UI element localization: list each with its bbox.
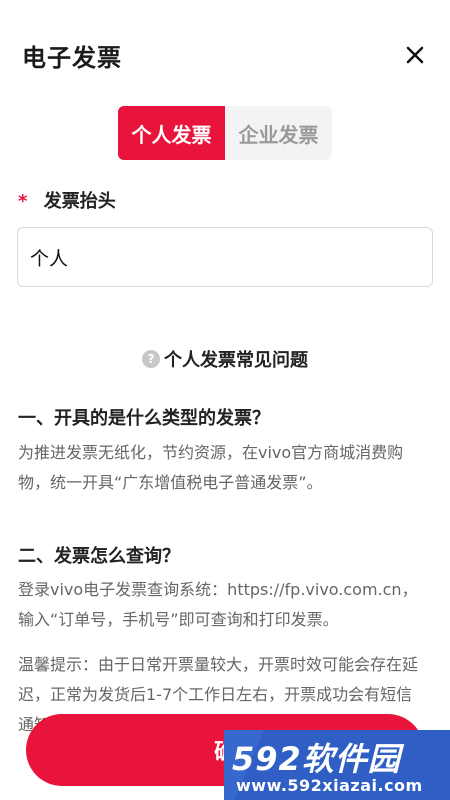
faq-title-text: 个人发票常见问题 [164,350,308,371]
page-title: 电子发票 [22,44,122,72]
tab-personal-label: 个人发票 [131,122,212,147]
invoice-type-tabs: 个人发票 企业发票 [118,106,332,160]
required-mark: * [18,191,28,212]
faq-question-1: 一、开具的是什么类型的发票？ [18,408,270,429]
invoice-title-value: 个人 [30,247,69,270]
header-bar: 电子发票 [0,28,450,84]
watermark-main-text: 592软件园 [232,740,401,778]
invoice-screen: 电子发票 个人发票 企业发票 * 发票抬头 个人 ? 个人发票常见问题 一、开具… [0,0,450,800]
tab-personal-invoice[interactable]: 个人发票 [118,106,225,160]
close-button[interactable] [400,40,430,70]
invoice-title-label-row: * 发票抬头 [18,187,116,213]
tab-company-invoice[interactable]: 企业发票 [225,106,332,160]
tab-company-label: 企业发票 [238,122,319,147]
faq-question-2: 二、发票怎么查询？ [18,546,180,567]
faq-answer-2: 登录vivo电子发票查询系统：https://fp.vivo.com.cn，输入… [18,580,418,629]
watermark-url: www.592xiazai.com [236,776,423,795]
invoice-title-input[interactable]: 个人 [17,227,433,287]
invoice-title-label: 发票抬头 [43,191,116,212]
faq-answer-1: 为推进发票无纸化，节约资源，在vivo官方商城消费购物，统一开具“广东增值税电子… [18,443,404,492]
faq-title: ? 个人发票常见问题 [0,346,450,372]
site-watermark: 592软件园 www.592xiazai.com [224,730,450,800]
help-icon: ? [142,350,160,368]
top-strip [0,0,450,10]
close-icon [406,46,424,64]
